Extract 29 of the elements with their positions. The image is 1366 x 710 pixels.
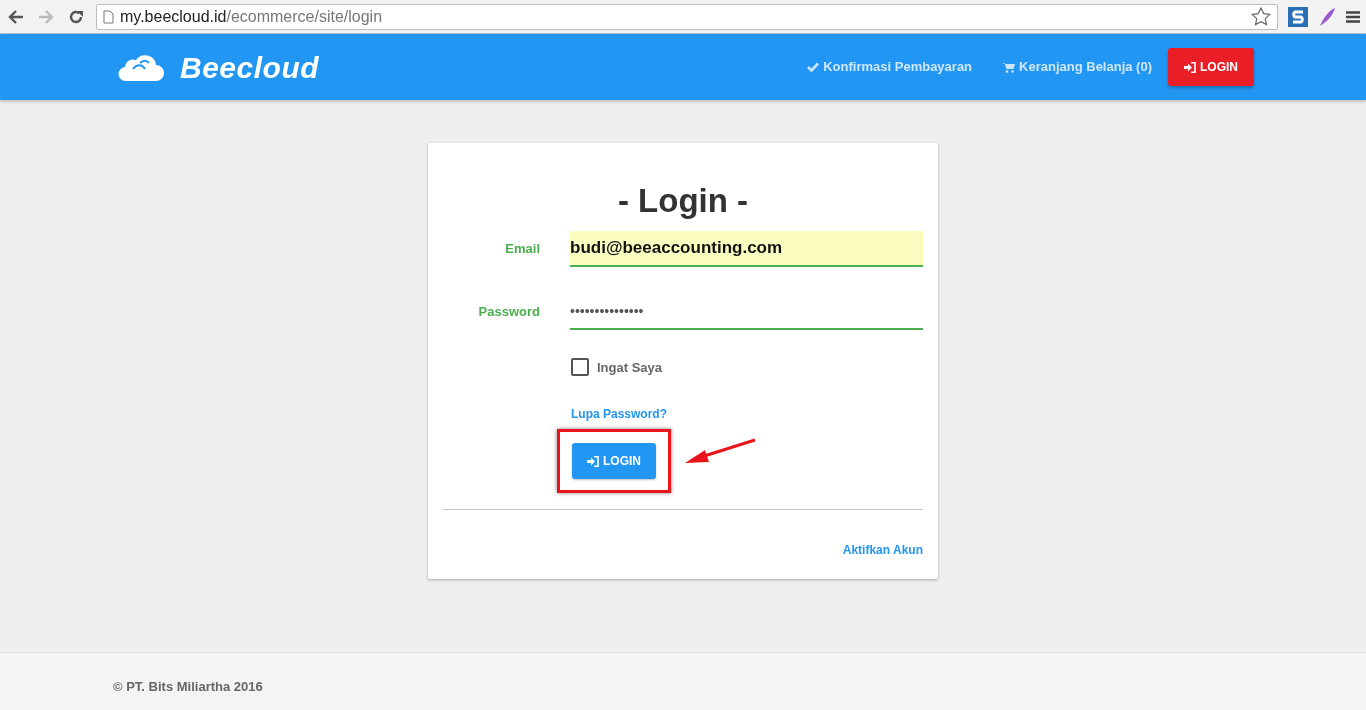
field-label: Email xyxy=(504,239,541,258)
login-title: - Login - xyxy=(616,181,750,221)
nav-link[interactable]: Keranjang Belanja (0) xyxy=(1002,57,1152,77)
page-icon xyxy=(103,9,114,24)
back-arrow-icon xyxy=(8,9,24,24)
checkbox-label: Ingat Saya xyxy=(597,358,663,377)
nav-link[interactable]: Konfirmasi Pembayaran xyxy=(807,57,973,77)
cloud-logo-icon xyxy=(118,52,164,82)
field-label: Password xyxy=(477,302,541,321)
activate-account-link[interactable]: Aktifkan Akun xyxy=(842,543,923,558)
feather-icon[interactable] xyxy=(1318,6,1336,27)
address-bar[interactable]: my.beecloud.id/ecommerce/site/login xyxy=(96,3,1278,30)
check-icon xyxy=(807,62,820,72)
reload-icon xyxy=(68,8,84,25)
login-button[interactable]: LOGIN xyxy=(572,443,656,480)
bookmark-star-icon[interactable] xyxy=(1251,7,1271,26)
sign-in-icon xyxy=(1184,61,1196,73)
input-field[interactable]: budi@beeaccounting.com xyxy=(570,230,923,267)
copyright-text: © PT. Bits Miliartha 2016 xyxy=(113,679,263,694)
forward-arrow-icon xyxy=(38,9,54,24)
login-button[interactable]: LOGIN xyxy=(1168,48,1254,86)
checkbox[interactable] xyxy=(571,358,589,377)
forgot-password-link[interactable]: Lupa Password? xyxy=(571,405,668,424)
cart-icon xyxy=(1002,61,1016,73)
brand-name[interactable]: Beecloud xyxy=(180,44,320,90)
sign-in-icon xyxy=(587,455,599,467)
url-text: my.beecloud.id/ecommerce/site/login xyxy=(120,6,383,27)
menu-icon[interactable] xyxy=(1346,10,1360,23)
extension-icon[interactable] xyxy=(1288,6,1308,27)
